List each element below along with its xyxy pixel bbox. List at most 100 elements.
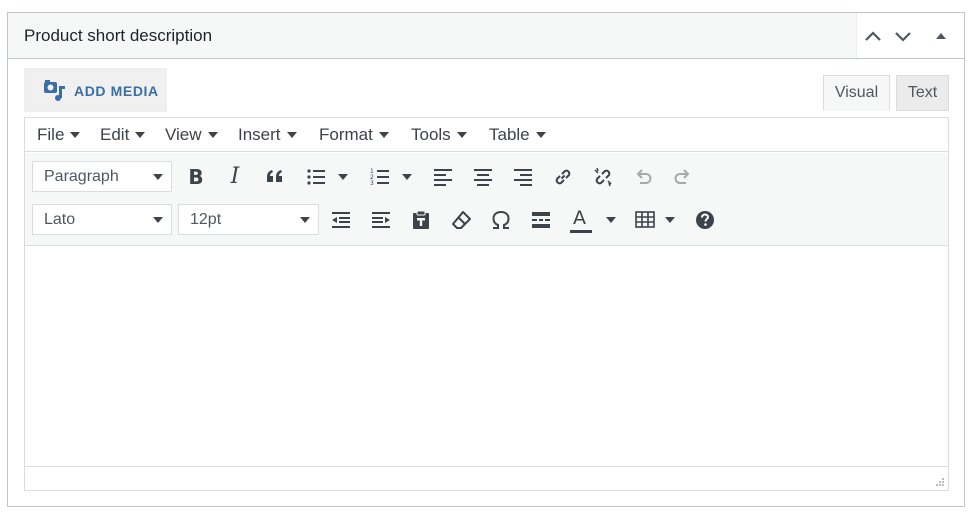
block-format-select[interactable]: Paragraph: [32, 161, 172, 192]
table-icon: [635, 211, 655, 228]
help-button[interactable]: [691, 206, 719, 234]
tab-visual[interactable]: Visual: [823, 75, 890, 111]
table-options-caret[interactable]: [664, 206, 676, 234]
clear-formatting-button[interactable]: [447, 206, 475, 234]
toggle-panel-button[interactable]: [930, 25, 952, 47]
editor-content-area[interactable]: [25, 248, 948, 465]
align-left-button[interactable]: [429, 163, 457, 191]
text-color-options-caret[interactable]: [605, 206, 617, 234]
menu-tools[interactable]: Tools: [411, 125, 467, 145]
text-color-glyph: A: [573, 207, 586, 229]
link-icon: [555, 169, 571, 185]
redo-button[interactable]: [669, 163, 697, 191]
paste-as-text-button[interactable]: [407, 206, 435, 234]
font-size-value: 12pt: [190, 211, 222, 228]
add-media-button[interactable]: ADD MEDIA: [24, 68, 167, 112]
bold-icon: B: [188, 165, 204, 189]
move-down-button[interactable]: [892, 25, 914, 47]
menu-view-label: View: [165, 125, 202, 144]
bullet-list-options-caret[interactable]: [337, 163, 349, 191]
outdent-button[interactable]: [327, 206, 355, 234]
menu-edit-label: Edit: [100, 125, 130, 144]
clear-formatting-icon: [452, 211, 471, 229]
redo-icon: [674, 169, 690, 184]
caret-down-icon: [535, 132, 546, 138]
indent-button[interactable]: [367, 206, 395, 234]
bold-button[interactable]: B: [182, 163, 210, 191]
bullet-list-button[interactable]: [302, 163, 330, 191]
chevron-up-icon: [865, 31, 881, 41]
metabox-header: Product short description: [8, 13, 964, 59]
align-center-icon: [474, 169, 492, 186]
undo-icon: [636, 169, 652, 184]
align-left-icon: [434, 169, 452, 186]
block-format-value: Paragraph: [44, 168, 119, 185]
special-character-button[interactable]: [487, 206, 515, 234]
remove-link-button[interactable]: [589, 163, 617, 191]
caret-down-icon: [286, 132, 297, 138]
align-center-button[interactable]: [469, 163, 497, 191]
caret-down-icon: [456, 132, 467, 138]
rich-text-editor: File Edit View Insert Format Tools Table…: [24, 117, 949, 491]
add-media-icon: [44, 80, 65, 101]
help-icon: [696, 211, 714, 229]
editor-statusbar: [25, 466, 948, 490]
move-up-button[interactable]: [862, 25, 884, 47]
blockquote-icon: [267, 170, 282, 182]
menu-table-label: Table: [489, 125, 530, 144]
unlink-icon: [594, 167, 612, 187]
menu-edit[interactable]: Edit: [100, 125, 146, 145]
caret-down-icon: [378, 132, 389, 138]
indent-icon: [372, 212, 390, 228]
product-short-description-metabox: Product short description ADD MEDIA Visu…: [7, 12, 965, 507]
menu-format[interactable]: Format: [319, 125, 389, 145]
table-button[interactable]: [631, 206, 659, 234]
font-family-value: Lato: [44, 211, 76, 228]
horizontal-line-icon: [532, 212, 550, 228]
caret-down-icon: [70, 132, 81, 138]
numbered-list-options-caret[interactable]: [401, 163, 413, 191]
caret-down-icon: [207, 132, 218, 138]
triangle-up-icon: [936, 33, 946, 39]
editor-toolbar: Paragraph B I 1 2 3 Lato 12pt A: [25, 153, 948, 246]
undo-button[interactable]: [629, 163, 657, 191]
menu-insert[interactable]: Insert: [238, 125, 297, 145]
caret-down-icon: [135, 132, 146, 138]
font-family-select[interactable]: Lato: [32, 204, 172, 235]
text-color-button[interactable]: A: [567, 206, 595, 234]
numbered-list-icon: 1 2 3: [370, 168, 389, 187]
font-size-select[interactable]: 12pt: [178, 204, 319, 235]
menu-table[interactable]: Table: [489, 125, 546, 145]
svg-text:3: 3: [370, 180, 374, 187]
chevron-down-icon: [895, 32, 911, 42]
metabox-handle-actions: [856, 13, 964, 58]
menu-insert-label: Insert: [238, 125, 281, 144]
menu-file[interactable]: File: [37, 125, 81, 145]
paste-as-text-icon: [413, 210, 429, 229]
blockquote-button[interactable]: [261, 163, 289, 191]
resize-handle-icon[interactable]: [933, 475, 945, 487]
insert-link-button[interactable]: [549, 163, 577, 191]
editor-menubar: File Edit View Insert Format Tools Table: [25, 118, 948, 152]
menu-tools-label: Tools: [411, 125, 451, 144]
menu-file-label: File: [37, 125, 65, 144]
text-color-swatch: [570, 230, 592, 233]
outdent-icon: [332, 212, 350, 228]
metabox-title: Product short description: [24, 26, 213, 45]
add-media-label: ADD MEDIA: [74, 83, 159, 99]
caret-down-icon: [153, 174, 163, 180]
tab-text[interactable]: Text: [896, 75, 949, 111]
menu-view[interactable]: View: [165, 125, 218, 145]
menu-format-label: Format: [319, 125, 373, 144]
align-right-icon: [514, 169, 532, 186]
caret-down-icon: [153, 217, 163, 223]
caret-down-icon: [300, 217, 310, 223]
align-right-button[interactable]: [509, 163, 537, 191]
numbered-list-button[interactable]: 1 2 3: [366, 163, 394, 191]
italic-icon: I: [230, 164, 240, 189]
text-color-icon: A: [569, 206, 593, 234]
horizontal-line-button[interactable]: [527, 206, 555, 234]
italic-button[interactable]: I: [221, 163, 249, 191]
bullet-list-icon: [307, 169, 325, 185]
special-character-icon: [492, 210, 510, 229]
